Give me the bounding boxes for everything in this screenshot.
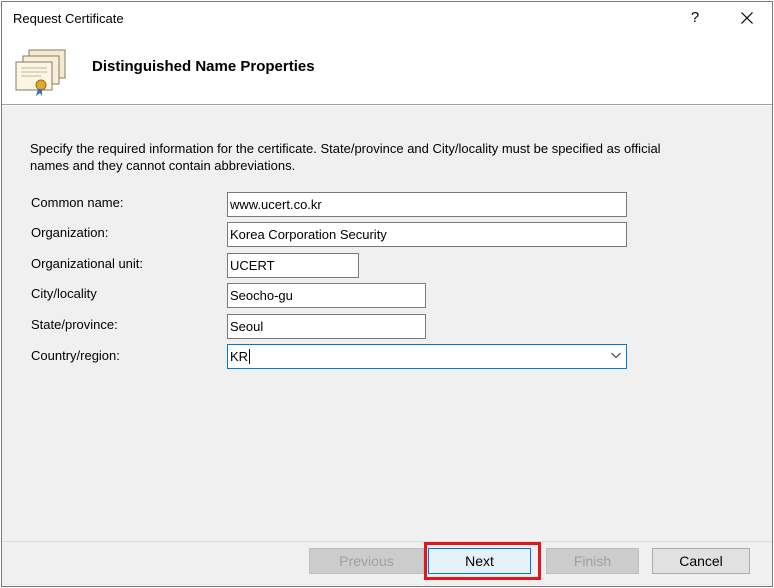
organizational-unit-input[interactable]: UCERT [227,253,359,278]
instructions-text: Specify the required information for the… [30,141,661,173]
city-locality-input[interactable]: Seocho-gu [227,283,426,308]
certificate-stack-icon [15,49,66,96]
window-title: Request Certificate [13,11,124,26]
organization-label: Organization: [31,225,109,240]
previous-button[interactable]: Previous [309,548,424,574]
common-name-label: Common name: [31,195,124,210]
title-bar: Request Certificate ? [2,2,772,34]
state-province-input[interactable]: Seoul [227,314,426,339]
close-button[interactable] [724,2,770,34]
city-locality-label: City/locality [31,286,97,301]
chevron-down-icon [611,352,621,359]
organizational-unit-label: Organizational unit: [31,256,144,271]
page-title: Distinguished Name Properties [92,58,315,75]
help-button[interactable]: ? [672,2,718,34]
cancel-button[interactable]: Cancel [652,548,750,574]
country-region-select[interactable]: KR [227,344,627,369]
finish-button[interactable]: Finish [546,548,639,574]
next-button-highlight [424,542,541,580]
country-region-label: Country/region: [31,348,120,363]
close-icon [741,12,753,24]
country-region-value: KR [230,349,251,364]
common-name-input[interactable]: www.ucert.co.kr [227,192,627,217]
state-province-label: State/province: [31,317,118,332]
form-area: Specify the required information for the… [2,106,772,541]
wizard-footer: Previous Next Finish Cancel [2,541,772,586]
request-certificate-dialog: Request Certificate ? Distinguished Name… [1,1,773,587]
organization-input[interactable]: Korea Corporation Security [227,222,627,247]
wizard-header: Distinguished Name Properties [2,34,772,105]
